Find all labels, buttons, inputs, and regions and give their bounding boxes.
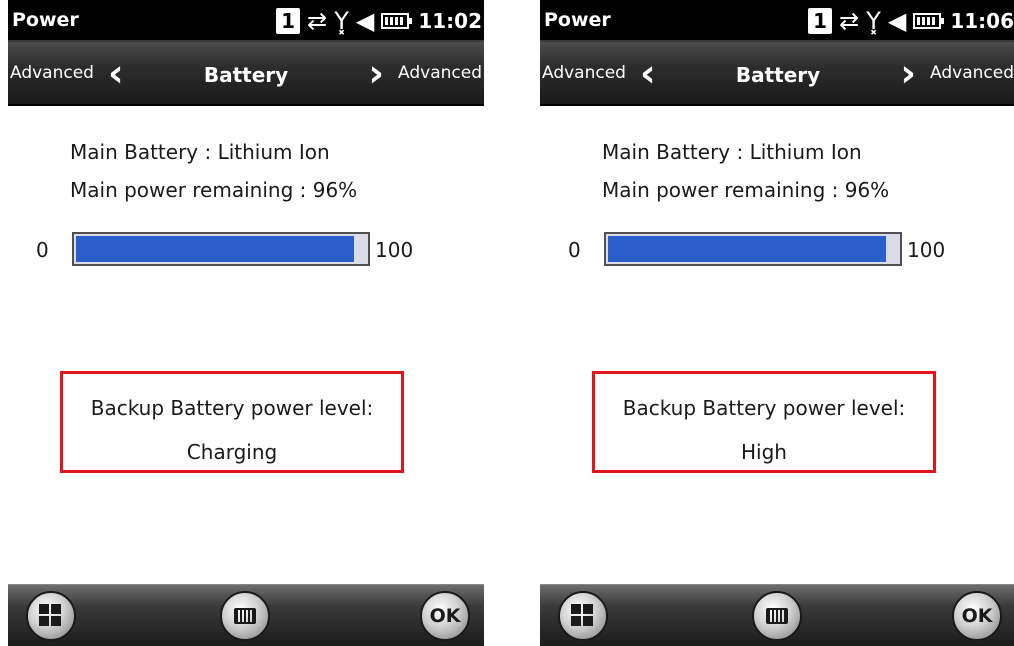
- status-time: 11:02: [418, 9, 482, 33]
- no-signal-icon: Y͓: [334, 7, 349, 35]
- backup-battery-label: Backup Battery power level:: [90, 396, 374, 420]
- nav-next-label: Advanced: [398, 63, 482, 83]
- backup-battery-highlight: Backup Battery power level: High: [592, 371, 936, 473]
- status-icons[interactable]: 1 ⇄ Y͓ ◀ 11:06: [808, 4, 1014, 38]
- nav-next-label: Advanced: [930, 63, 1014, 83]
- progress-min-label: 0: [568, 238, 581, 262]
- nav-bar: Advanced ‹ Battery › Advanced: [8, 42, 484, 106]
- progress-max-label: 100: [375, 238, 414, 262]
- battery-progress-bar: [72, 232, 370, 266]
- ok-button[interactable]: OK: [420, 591, 470, 641]
- sim-icon: 1: [276, 8, 301, 34]
- progress-min-label: 0: [36, 238, 49, 262]
- battery-progress-row: 0 100: [36, 232, 456, 268]
- chevron-right-icon: ›: [368, 51, 385, 95]
- battery-icon: [913, 13, 945, 29]
- main-power-remaining: Main power remaining : 96%: [602, 178, 890, 202]
- backup-battery-value: Charging: [186, 440, 278, 464]
- keyboard-button[interactable]: [220, 591, 270, 641]
- speaker-icon: ◀: [887, 7, 907, 35]
- start-button[interactable]: [26, 591, 76, 641]
- main-battery-type: Main Battery : Lithium Ion: [70, 140, 330, 164]
- sim-icon: 1: [808, 8, 833, 34]
- windows-start-icon: [39, 604, 63, 628]
- nav-next-button[interactable]: › Advanced: [900, 42, 1014, 104]
- battery-content: Main Battery : Lithium Ion Main power re…: [540, 106, 1014, 584]
- backup-battery-highlight: Backup Battery power level: Charging: [60, 371, 404, 473]
- battery-content: Main Battery : Lithium Ion Main power re…: [8, 106, 484, 584]
- windows-start-icon: [571, 604, 595, 628]
- battery-icon: [381, 13, 413, 29]
- ok-label: OK: [961, 605, 993, 627]
- ok-button[interactable]: OK: [952, 591, 1002, 641]
- screen-left: Power 1 ⇄ Y͓ ◀ 11:02 Advanced ‹ Battery …: [8, 0, 484, 646]
- status-bar: Power 1 ⇄ Y͓ ◀ 11:02: [8, 0, 484, 42]
- nav-bar: Advanced ‹ Battery › Advanced: [540, 42, 1014, 106]
- battery-progress-bar: [604, 232, 902, 266]
- speaker-icon: ◀: [355, 7, 375, 35]
- nav-next-button[interactable]: › Advanced: [368, 42, 482, 104]
- bottom-bar: OK: [540, 584, 1014, 646]
- battery-progress-fill: [76, 236, 354, 262]
- screen-right: Power 1 ⇄ Y͓ ◀ 11:06 Advanced ‹ Battery …: [540, 0, 1014, 646]
- main-power-remaining: Main power remaining : 96%: [70, 178, 358, 202]
- status-icons[interactable]: 1 ⇄ Y͓ ◀ 11:02: [276, 4, 482, 38]
- status-title: Power: [12, 9, 79, 31]
- battery-progress-row: 0 100: [568, 232, 988, 268]
- main-battery-type: Main Battery : Lithium Ion: [602, 140, 862, 164]
- chevron-right-icon: ›: [900, 51, 917, 95]
- status-bar: Power 1 ⇄ Y͓ ◀ 11:06: [540, 0, 1014, 42]
- sync-arrows-icon: ⇄: [307, 7, 328, 35]
- status-title: Power: [544, 9, 611, 31]
- ok-label: OK: [429, 605, 461, 627]
- backup-battery-value: High: [741, 440, 787, 464]
- start-button[interactable]: [558, 591, 608, 641]
- battery-progress-fill: [608, 236, 886, 262]
- keyboard-icon: [766, 608, 788, 624]
- progress-max-label: 100: [907, 238, 946, 262]
- sync-arrows-icon: ⇄: [839, 7, 860, 35]
- keyboard-icon: [234, 608, 256, 624]
- bottom-bar: OK: [8, 584, 484, 646]
- keyboard-button[interactable]: [752, 591, 802, 641]
- backup-battery-label: Backup Battery power level:: [622, 396, 906, 420]
- status-time: 11:06: [950, 9, 1014, 33]
- no-signal-icon: Y͓: [866, 7, 881, 35]
